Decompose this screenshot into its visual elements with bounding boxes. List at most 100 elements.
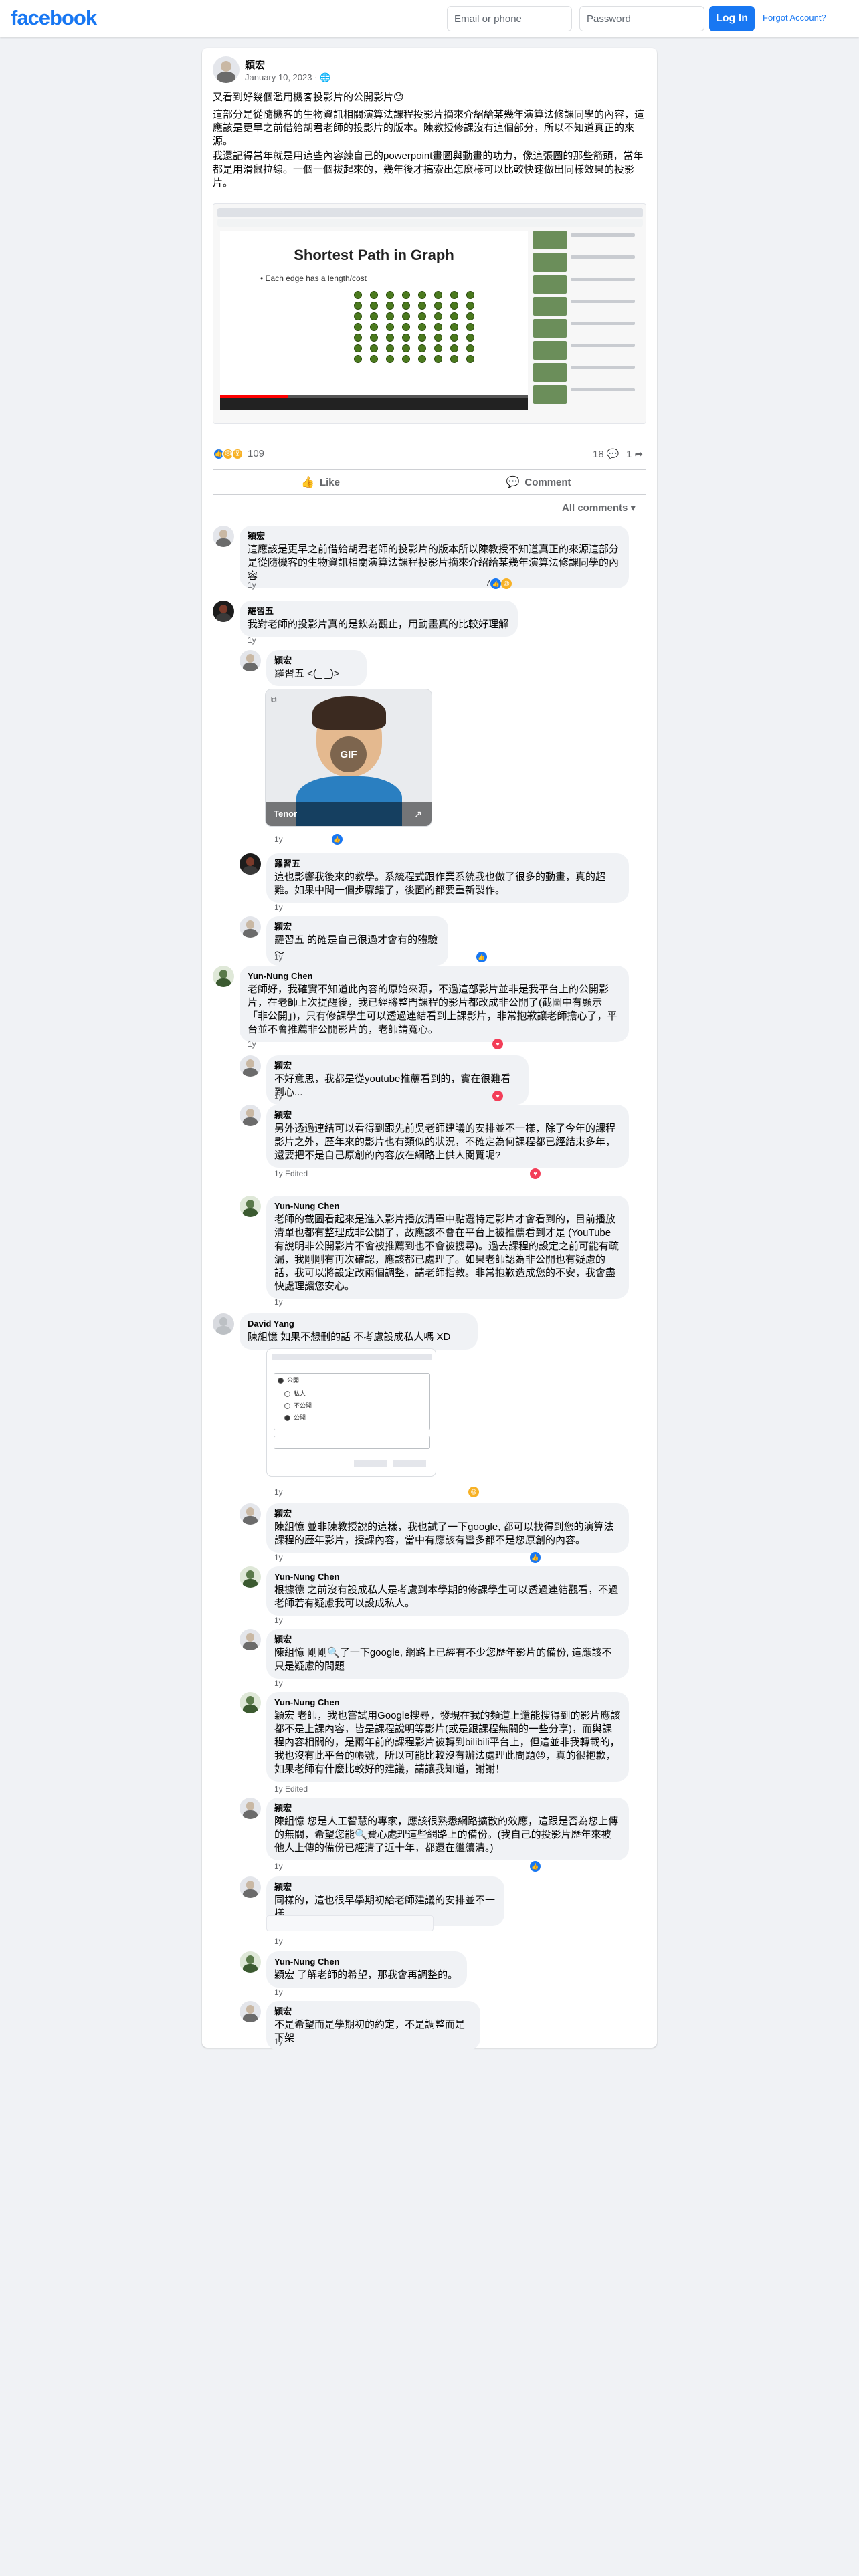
- comment-reactions[interactable]: 7 👍 😆: [486, 578, 512, 589]
- gif-source-label[interactable]: Tenor: [274, 809, 297, 819]
- commenter-avatar[interactable]: [213, 601, 234, 622]
- commenter-avatar[interactable]: [240, 1798, 261, 1819]
- video-title-placeholder: [571, 344, 635, 347]
- comment-reactions[interactable]: 👍: [332, 833, 343, 845]
- commenter-avatar[interactable]: [240, 1196, 261, 1217]
- video-controls: [220, 398, 528, 410]
- facebook-logo[interactable]: facebook: [11, 6, 97, 30]
- comment-meta[interactable]: 1y Edited: [274, 1169, 308, 1178]
- video-thumbnail[interactable]: [533, 385, 567, 404]
- commenter-avatar[interactable]: [240, 1692, 261, 1713]
- comment-meta[interactable]: 1y: [274, 903, 283, 912]
- comment-sort-dropdown[interactable]: All comments ▾: [562, 502, 636, 514]
- comment-author[interactable]: 穎宏: [274, 1061, 520, 1071]
- video-thumbnail[interactable]: [533, 341, 567, 360]
- comment-reactions[interactable]: 😆: [468, 1486, 479, 1497]
- comment-count[interactable]: 18 💬: [593, 448, 619, 460]
- comment-author[interactable]: 穎宏: [274, 655, 359, 666]
- video-thumbnail[interactable]: [533, 319, 567, 338]
- commenter-avatar[interactable]: [240, 1876, 261, 1898]
- comment-author[interactable]: 羅習五: [274, 859, 621, 869]
- comment-meta[interactable]: 1y: [274, 1679, 283, 1688]
- comment-meta[interactable]: 1y: [248, 1039, 256, 1049]
- login-button[interactable]: Log In: [709, 6, 755, 31]
- video-thumbnail[interactable]: [533, 363, 567, 382]
- share-count[interactable]: 1 ➦: [626, 448, 643, 460]
- commenter-avatar[interactable]: [240, 1105, 261, 1126]
- like-reaction-icon: 👍: [476, 951, 487, 962]
- comment-reactions[interactable]: ♥: [530, 1168, 541, 1179]
- commenter-avatar[interactable]: [240, 1629, 261, 1650]
- comment-reactions[interactable]: 👍: [476, 951, 487, 962]
- commenter-avatar[interactable]: [240, 2001, 261, 2022]
- comment-author[interactable]: David Yang: [248, 1319, 470, 1329]
- comment-reactions[interactable]: 👍: [530, 1551, 541, 1563]
- comment-meta[interactable]: 1y: [274, 2037, 283, 2046]
- video-thumbnail[interactable]: [533, 275, 567, 294]
- share-count-number: 1: [626, 449, 632, 460]
- commenter-avatar[interactable]: [240, 1566, 261, 1588]
- video-thumbnail[interactable]: [533, 231, 567, 249]
- comment-author[interactable]: Yun-Nung Chen: [274, 1201, 621, 1212]
- comment-meta[interactable]: 1y: [248, 580, 256, 590]
- post-date[interactable]: January 10, 2023 · 🌐: [245, 72, 330, 83]
- commenter-avatar[interactable]: [240, 650, 261, 671]
- comment-meta[interactable]: 1y: [274, 1297, 283, 1307]
- post-screenshot-image[interactable]: Shortest Path in Graph • Each edge has a…: [213, 203, 646, 424]
- commenter-avatar[interactable]: [240, 853, 261, 875]
- open-external-icon[interactable]: ↗: [414, 809, 422, 820]
- comment-reactions[interactable]: 👍: [530, 1860, 541, 1872]
- comment-author[interactable]: 穎宏: [274, 1803, 621, 1814]
- comment-author[interactable]: 穎宏: [274, 2006, 472, 2017]
- visibility-option[interactable]: 公開: [284, 1413, 418, 1425]
- embedded-screenshot-snippet[interactable]: [266, 1915, 434, 1931]
- comment-author[interactable]: Yun-Nung Chen: [274, 1697, 621, 1708]
- comment-author[interactable]: Yun-Nung Chen: [248, 971, 621, 982]
- comment-meta[interactable]: 1y: [274, 1487, 283, 1497]
- external-link-icon[interactable]: ⧉: [271, 695, 277, 705]
- commenter-avatar[interactable]: [240, 1055, 261, 1077]
- comment-meta[interactable]: 1y: [274, 1616, 283, 1625]
- author-avatar[interactable]: [213, 56, 240, 83]
- visibility-option[interactable]: 不公開: [284, 1401, 418, 1413]
- comment-button[interactable]: 💬 Comment: [431, 471, 646, 493]
- post-author-name[interactable]: 穎宏: [245, 58, 265, 72]
- comment-meta[interactable]: 1y: [274, 952, 283, 962]
- password-field[interactable]: [579, 6, 704, 31]
- visibility-option[interactable]: 私人: [284, 1389, 418, 1401]
- commenter-avatar[interactable]: [240, 1503, 261, 1525]
- video-thumbnail[interactable]: [533, 253, 567, 272]
- comment-reactions[interactable]: ♥: [492, 1090, 503, 1101]
- comment-meta[interactable]: 1y: [274, 1862, 283, 1871]
- like-button[interactable]: 👍 Like: [213, 471, 428, 493]
- comment-author[interactable]: 穎宏: [274, 1509, 621, 1519]
- comment-author[interactable]: 穎宏: [274, 1882, 496, 1893]
- visibility-option[interactable]: 公開: [278, 1376, 411, 1388]
- comment-meta[interactable]: 1y: [274, 1988, 283, 1997]
- email-field[interactable]: [447, 6, 572, 31]
- comment-meta[interactable]: 1y: [274, 835, 283, 844]
- commenter-avatar[interactable]: [213, 526, 234, 547]
- video-thumbnail[interactable]: [533, 297, 567, 316]
- settings-screenshot-attachment[interactable]: 公開 私人 不公開 公開: [266, 1348, 436, 1477]
- commenter-avatar[interactable]: [213, 966, 234, 987]
- comment-author[interactable]: 穎宏: [248, 531, 621, 542]
- gif-attachment[interactable]: GIF Tenor ⧉ ↗: [265, 689, 432, 827]
- comment-reactions[interactable]: ♥: [492, 1038, 503, 1049]
- comment-author[interactable]: 穎宏: [274, 1110, 621, 1121]
- comment-meta[interactable]: 1y: [274, 1091, 283, 1101]
- commenter-avatar[interactable]: [240, 1951, 261, 1973]
- comment-author[interactable]: 羅習五: [248, 606, 510, 617]
- comment-meta[interactable]: 1y: [274, 1553, 283, 1562]
- comment-meta[interactable]: 1y Edited: [274, 1784, 308, 1794]
- commenter-avatar[interactable]: [240, 916, 261, 938]
- comment-meta[interactable]: 1y: [274, 1937, 283, 1946]
- reaction-count[interactable]: 109: [248, 448, 264, 459]
- comment-author[interactable]: 穎宏: [274, 1634, 621, 1645]
- comment-author[interactable]: Yun-Nung Chen: [274, 1957, 459, 1967]
- comment-author[interactable]: 穎宏: [274, 922, 440, 932]
- comment-meta[interactable]: 1y: [248, 635, 256, 645]
- forgot-account-link[interactable]: Forgot Account?: [763, 13, 826, 23]
- comment-author[interactable]: Yun-Nung Chen: [274, 1572, 621, 1582]
- commenter-avatar[interactable]: [213, 1313, 234, 1335]
